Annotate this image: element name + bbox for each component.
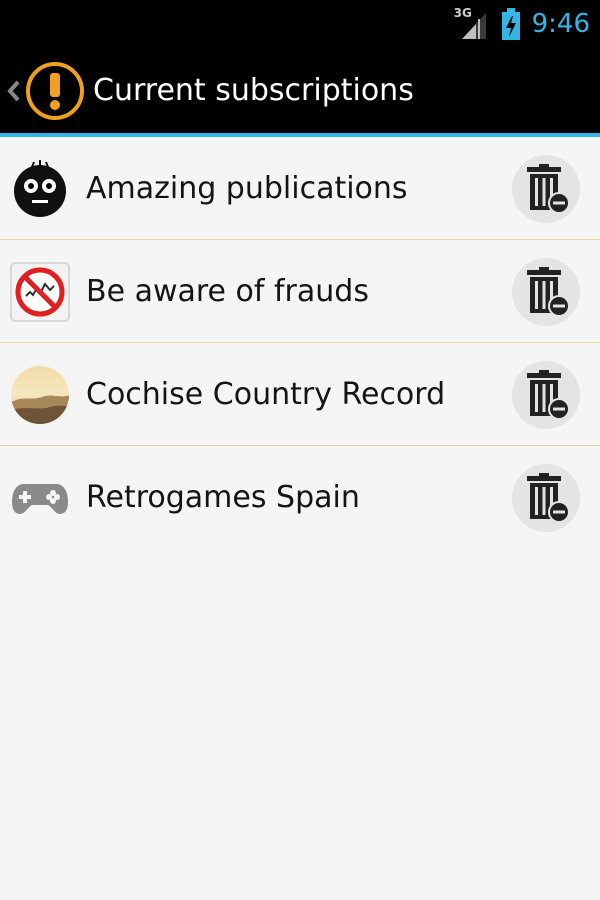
app-logo-icon	[26, 61, 84, 120]
list-item[interactable]: Retrogames Spain	[0, 446, 600, 549]
status-icons: 3G 9:46	[454, 0, 590, 48]
subscription-name: Be aware of frauds	[86, 274, 369, 309]
trash-remove-icon	[527, 267, 570, 317]
list-item[interactable]: Amazing publications	[0, 137, 600, 240]
trash-remove-icon	[527, 164, 570, 214]
gamepad-icon	[12, 484, 68, 514]
subscription-name: Amazing publications	[86, 171, 408, 206]
signal-icon	[461, 13, 486, 39]
up-navigation-button[interactable]	[4, 48, 86, 133]
page-title: Current subscriptions	[93, 73, 414, 108]
delete-subscription-button[interactable]	[512, 361, 580, 429]
landscape-thumbnail	[11, 366, 69, 424]
no-fraud-icon	[10, 262, 70, 322]
subscription-list: Amazing publications Be aware of frauds	[0, 137, 600, 549]
delete-subscription-button[interactable]	[512, 464, 580, 532]
black-face-icon	[14, 160, 66, 217]
trash-remove-icon	[527, 370, 570, 420]
network-indicator: 3G	[454, 7, 490, 41]
trash-remove-icon	[527, 473, 570, 523]
subscription-name: Retrogames Spain	[86, 480, 360, 515]
delete-subscription-button[interactable]	[512, 155, 580, 223]
list-item[interactable]: Cochise Country Record	[0, 343, 600, 446]
subscription-name: Cochise Country Record	[86, 377, 446, 412]
battery-charging-icon	[501, 8, 520, 40]
clock: 9:46	[531, 9, 590, 39]
status-bar: 3G 9:46	[0, 0, 600, 48]
back-chevron-icon	[7, 80, 20, 101]
list-item[interactable]: Be aware of frauds	[0, 240, 600, 343]
delete-subscription-button[interactable]	[512, 258, 580, 326]
